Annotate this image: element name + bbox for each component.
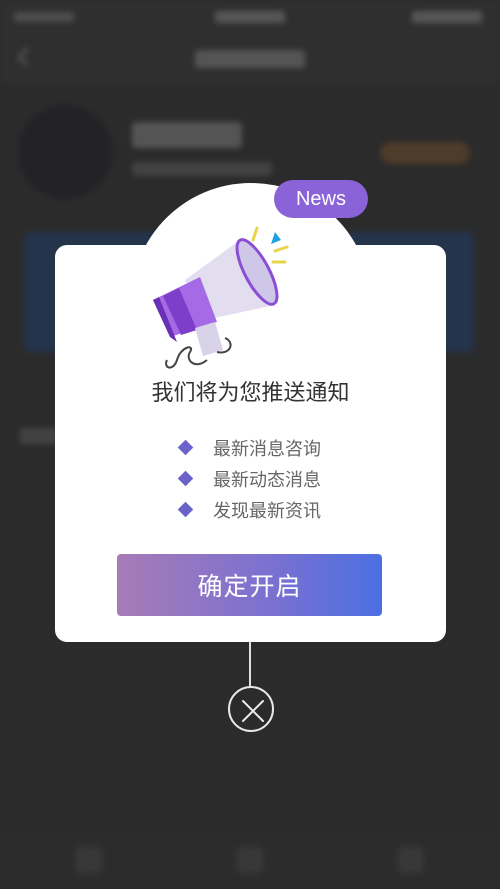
diamond-icon: [177, 439, 194, 456]
confirm-enable-button[interactable]: 确定开启: [117, 554, 382, 616]
profile-badge: [380, 142, 470, 164]
feature-text: 发现最新资讯: [213, 500, 321, 522]
list-item: 最新消息咨询: [177, 432, 377, 463]
megaphone-icon: [153, 226, 289, 369]
tab-icon: [237, 847, 263, 873]
list-item: 发现最新资讯: [177, 494, 377, 525]
diamond-icon: [177, 501, 194, 518]
screen: News 我们将为您推送通知 最新消息咨询 最新动态消息 发现最新资讯 确定开启: [0, 0, 500, 889]
notification-modal: News 我们将为您推送通知 最新消息咨询 最新动态消息 发现最新资讯 确定开启: [55, 180, 446, 642]
nav-bar: [0, 34, 500, 84]
tab-icon: [76, 847, 102, 873]
modal-title: 我们将为您推送通知: [151, 381, 350, 406]
nav-title: [195, 50, 305, 68]
signal-icon: [14, 12, 74, 22]
feature-text: 最新消息咨询: [213, 438, 321, 460]
list-item: 最新动态消息: [177, 463, 377, 494]
status-time: [215, 11, 285, 23]
tab-bar: [0, 831, 500, 889]
tab-icon: [398, 847, 424, 873]
feature-text: 最新动态消息: [213, 469, 321, 491]
close-connector: [249, 642, 251, 686]
profile-name: [132, 122, 242, 148]
status-bar: [0, 0, 500, 34]
battery-icon: [412, 11, 482, 23]
profile-subtitle: [132, 162, 272, 176]
diamond-icon: [177, 470, 194, 487]
back-icon: [17, 47, 37, 67]
close-icon: [242, 700, 264, 722]
close-button[interactable]: [228, 686, 274, 732]
feature-list: 最新消息咨询 最新动态消息 发现最新资讯: [177, 432, 377, 525]
